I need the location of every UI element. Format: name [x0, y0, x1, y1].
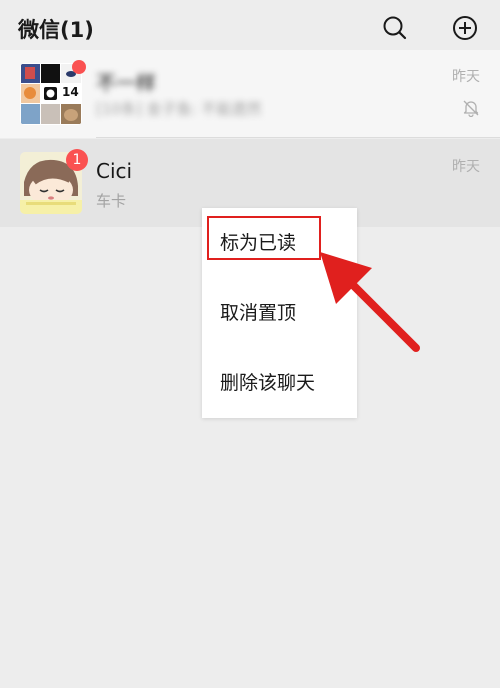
- page-title: 微信(1): [18, 18, 94, 42]
- add-button[interactable]: [451, 14, 479, 42]
- unread-dot: [72, 60, 86, 74]
- plus-circle-icon: [453, 16, 477, 40]
- chat-preview: [10条] 金子鱼: 不能遗然: [96, 100, 262, 118]
- chat-row-group[interactable]: 14 不一样 [10条] 金子鱼: 不能遗然 昨天: [0, 50, 500, 138]
- mute-bell-icon: [462, 99, 480, 117]
- group-avatar: 14: [20, 63, 82, 125]
- search-button[interactable]: [381, 14, 409, 42]
- chat-time: 昨天: [452, 159, 480, 175]
- top-bar: 微信(1): [0, 0, 500, 56]
- row-divider: [96, 137, 500, 138]
- chat-name: 不一样: [96, 71, 156, 95]
- search-icon: [383, 16, 407, 40]
- chat-preview: 车卡: [96, 192, 127, 210]
- pointer-arrow-icon: [320, 252, 420, 352]
- highlight-box: [207, 216, 321, 260]
- chat-time: 昨天: [452, 69, 480, 85]
- unread-badge: 1: [66, 149, 88, 171]
- avatar-tile-number: 14: [62, 85, 79, 99]
- chat-name: Cici: [96, 159, 133, 183]
